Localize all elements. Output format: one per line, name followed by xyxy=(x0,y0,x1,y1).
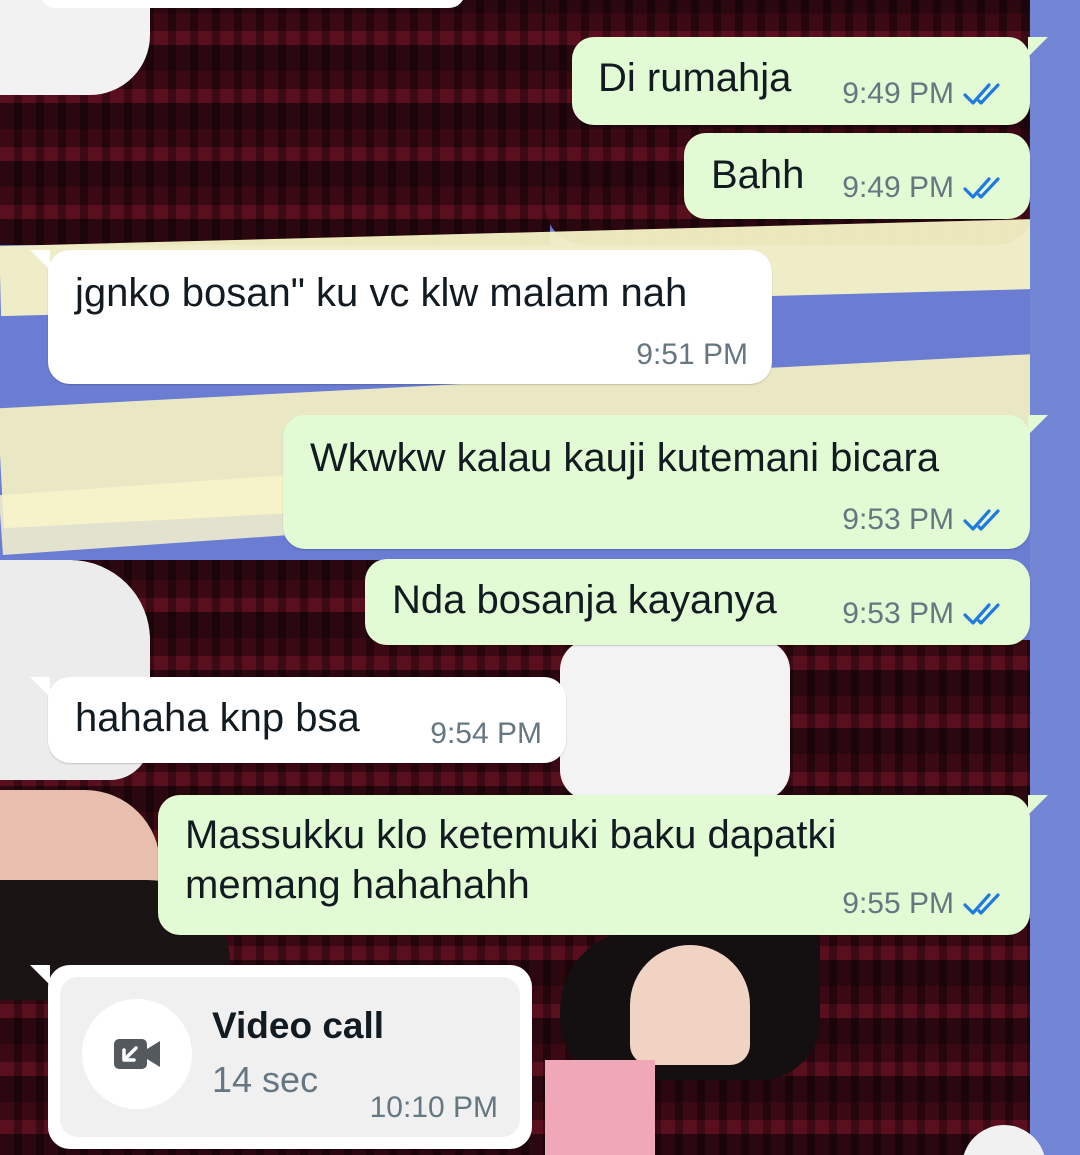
incoming-message-bubble[interactable]: hahaha knp bsa 9:54 PM xyxy=(30,677,566,763)
chat-messages-list: Di rumahja 9:49 PM Bahh 9:49 PM jgnko bo… xyxy=(0,0,1080,1155)
previous-message-bubble[interactable] xyxy=(40,0,465,8)
message-time: 9:51 PM xyxy=(636,338,748,371)
message-time: 9:54 PM xyxy=(430,717,542,750)
message-text: Bahh xyxy=(711,153,805,197)
outgoing-message-bubble[interactable]: Massukku klo ketemuki baku dapatki meman… xyxy=(158,795,1048,935)
message-meta: 9:53 PM xyxy=(842,503,1008,537)
message-time: 9:53 PM xyxy=(842,503,954,536)
message-meta: 9:49 PM xyxy=(842,171,1008,205)
message-time: 9:55 PM xyxy=(842,887,954,920)
call-duration: 14 sec xyxy=(212,1059,319,1100)
message-text: Nda bosanja kayanya xyxy=(392,578,777,622)
message-meta: 9:53 PM xyxy=(842,597,1008,631)
read-ticks-icon xyxy=(963,83,1000,105)
incoming-video-call-icon xyxy=(114,1039,160,1069)
message-text: jgnko bosan" ku vc klw malam nah xyxy=(75,271,688,315)
scroll-to-bottom-button[interactable] xyxy=(962,1125,1046,1155)
read-ticks-icon xyxy=(963,603,1000,625)
call-title: Video call xyxy=(212,1005,385,1046)
message-time: 9:49 PM xyxy=(842,171,954,204)
video-call-card[interactable]: Video call 14 sec 10:10 PM xyxy=(60,977,520,1137)
message-time: 9:49 PM xyxy=(842,77,954,110)
message-meta: 9:54 PM xyxy=(430,717,542,751)
read-ticks-icon xyxy=(963,177,1000,199)
message-meta: 9:55 PM xyxy=(842,887,1008,921)
read-ticks-icon xyxy=(963,893,1000,915)
message-text: Di rumahja xyxy=(598,56,792,100)
read-ticks-icon xyxy=(963,509,1000,531)
message-meta: 9:49 PM xyxy=(842,77,1008,111)
message-meta: 9:51 PM xyxy=(636,338,748,372)
message-text-line-1: Massukku klo ketemuki baku dapatki xyxy=(185,813,837,857)
outgoing-message-bubble[interactable]: Di rumahja 9:49 PM xyxy=(572,37,1048,125)
video-call-message-bubble[interactable]: Video call 14 sec 10:10 PM xyxy=(30,965,532,1149)
message-text: Wkwkw kalau kauji kutemani bicara xyxy=(310,436,940,480)
call-icon-container xyxy=(82,999,192,1109)
outgoing-message-bubble[interactable]: Wkwkw kalau kauji kutemani bicara 9:53 P… xyxy=(283,415,1048,549)
message-text-line-2: memang hahahahh xyxy=(185,863,530,907)
incoming-message-bubble[interactable]: jgnko bosan" ku vc klw malam nah 9:51 PM xyxy=(30,250,772,384)
message-time: 10:10 PM xyxy=(369,1091,498,1124)
outgoing-message-bubble[interactable]: Nda bosanja kayanya 9:53 PM xyxy=(365,559,1030,645)
outgoing-message-bubble[interactable]: Bahh 9:49 PM xyxy=(684,133,1030,219)
message-time: 9:53 PM xyxy=(842,597,954,630)
message-text: hahaha knp bsa xyxy=(75,696,360,740)
